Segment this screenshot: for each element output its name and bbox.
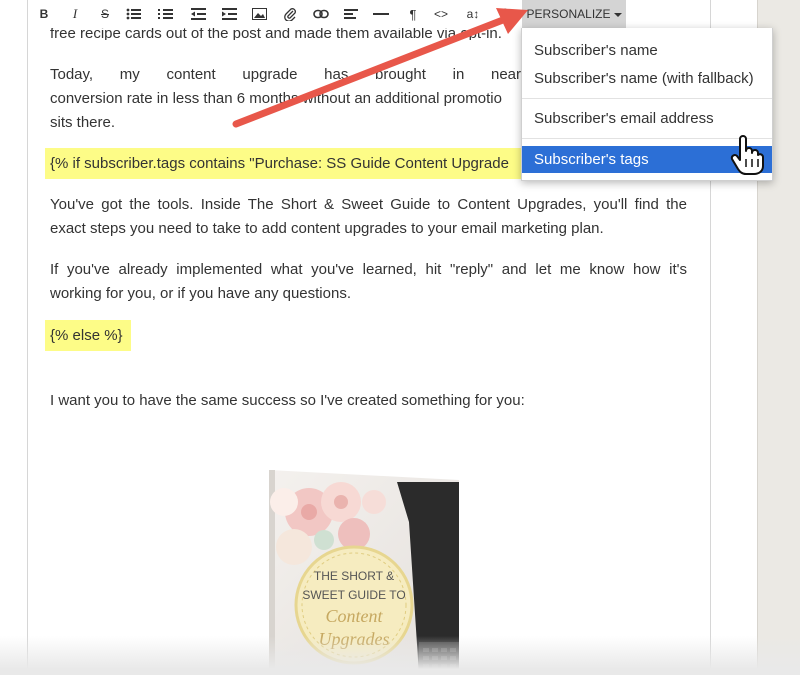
hand-pointer-icon [730, 135, 764, 175]
annotation-arrow [232, 8, 528, 128]
